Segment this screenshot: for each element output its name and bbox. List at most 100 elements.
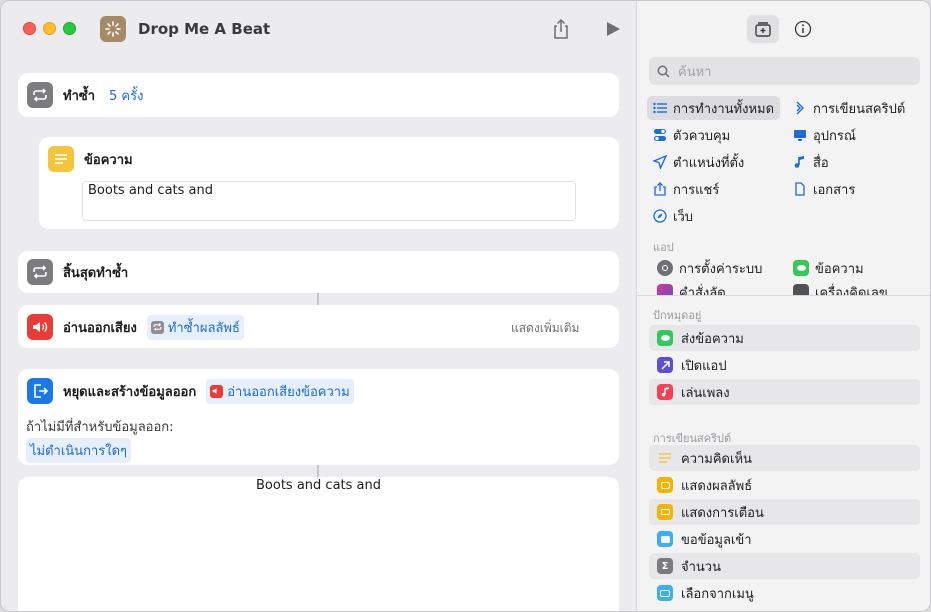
scripting-show-alert[interactable]: แสดงการเตือน	[649, 499, 920, 525]
stop-output-action[interactable]: หยุดและสร้างข้อมูลออก อ่านออกเสียงข้อควา…	[18, 369, 619, 465]
calculator-icon	[793, 284, 809, 295]
window-title: Drop Me A Beat	[138, 20, 271, 38]
stop-label: หยุดและสร้างข้อมูลออก	[63, 384, 197, 400]
pinned-open-app[interactable]: เปิดแอป	[649, 352, 920, 378]
script-icon	[796, 101, 804, 115]
scripting-ask-input[interactable]: ขอข้อมูลเข้า	[649, 526, 920, 552]
minimize-button[interactable]	[43, 22, 56, 35]
category-all-actions[interactable]: การทำงานทั้งหมด	[647, 96, 781, 120]
repeat-label: ทำซ้ำ	[63, 88, 95, 104]
scripting-comment[interactable]: ความคิดเห็น	[649, 445, 920, 471]
action-label: แสดงการเตือน	[681, 505, 764, 521]
action-label: เลือกจากเมนู	[681, 586, 754, 602]
app-calculator[interactable]: เครื่องคิดเลข	[787, 280, 894, 295]
gear-icon	[657, 260, 673, 276]
connector-line	[317, 293, 319, 305]
result-icon	[657, 477, 673, 493]
app-label: ข้อความ	[815, 261, 864, 277]
comment-lines-icon	[657, 450, 673, 466]
shortcuts-app-icon	[657, 284, 673, 295]
shortcut-editor: Drop Me A Beat ทำซ้ำ 5 ครั้ง ข้อความ Boo…	[1, 1, 636, 611]
compass-icon	[653, 209, 667, 223]
repeat-results-token[interactable]: ทำซ้ำผลลัพธ์	[146, 314, 244, 340]
close-button[interactable]	[23, 22, 36, 35]
category-label: การแชร์	[673, 182, 720, 198]
token-label: ทำซ้ำผลลัพธ์	[167, 320, 240, 336]
text-icon	[48, 146, 74, 172]
action-label: เปิดแอป	[681, 358, 727, 374]
action-label: แสดงผลลัพธ์	[681, 478, 753, 494]
speak-text-token[interactable]: อ่านออกเสียงข้อความ	[206, 378, 354, 404]
category-controls[interactable]: ตัวควบคุม	[647, 123, 736, 147]
pinned-send-message[interactable]: ส่งข้อความ	[649, 325, 920, 351]
search-input[interactable]: ค้นหา	[678, 61, 711, 82]
category-web[interactable]: เว็บ	[647, 204, 699, 228]
music-note-icon	[657, 384, 673, 400]
category-scripting[interactable]: การเขียนสคริปต์	[787, 96, 911, 120]
share-icon	[654, 182, 666, 196]
search-icon	[657, 65, 670, 78]
category-location[interactable]: ตำแหน่งที่ตั้ง	[647, 150, 750, 174]
text-label: ข้อความ	[84, 152, 133, 168]
play-icon[interactable]	[605, 21, 621, 37]
action-library: ค้นหา การทำงานทั้งหมด การเขียนสคริปต์ ตั…	[636, 1, 930, 611]
info-icon[interactable]	[787, 15, 819, 43]
library-icon[interactable]	[747, 15, 779, 43]
category-label: การเขียนสคริปต์	[813, 101, 906, 117]
list-icon	[653, 102, 667, 114]
display-icon	[794, 129, 806, 141]
output-text: Boots and cats and	[256, 478, 381, 493]
category-label: เว็บ	[673, 209, 693, 225]
ask-bubble-icon	[657, 531, 673, 547]
category-documents[interactable]: เอกสาร	[787, 177, 861, 201]
app-label: การตั้งค่าระบบ	[679, 261, 763, 277]
shortcut-icon[interactable]	[100, 16, 126, 42]
action-label: ส่งข้อความ	[681, 331, 744, 347]
share-icon[interactable]	[551, 18, 571, 40]
app-label: คำสั่งลัด	[679, 285, 726, 296]
zoom-button[interactable]	[63, 22, 76, 35]
speak-action[interactable]: อ่านออกเสียง ทำซ้ำผลลัพธ์ แสดงเพิ่มเติม	[18, 305, 619, 348]
arrow-up-right-icon	[657, 357, 673, 373]
repeat-icon	[150, 320, 164, 334]
app-label: เครื่องคิดเลข	[815, 285, 888, 296]
pinned-header: ปักหมุดอยู่	[653, 309, 702, 322]
category-label: อุปกรณ์	[813, 128, 856, 144]
action-label: ขอข้อมูลเข้า	[681, 532, 752, 548]
end-repeat-action[interactable]: สิ้นสุดทำซ้ำ	[18, 251, 619, 293]
document-icon	[795, 182, 805, 196]
repeat-count[interactable]: 5 ครั้ง	[105, 83, 147, 108]
action-label: ความคิดเห็น	[681, 451, 752, 467]
scripting-number[interactable]: Σ จำนวน	[649, 553, 920, 579]
app-shortcuts[interactable]: คำสั่งลัด	[651, 280, 732, 295]
scripting-choose-from-menu[interactable]: เลือกจากเมนู	[649, 580, 920, 606]
toggle-icon	[654, 129, 666, 141]
text-action[interactable]: ข้อความ Boots and cats and	[39, 137, 619, 229]
category-device[interactable]: อุปกรณ์	[787, 123, 862, 147]
scripting-show-result[interactable]: แสดงผลลัพธ์	[649, 472, 920, 498]
category-media[interactable]: สื่อ	[787, 150, 835, 174]
category-label: ตัวควบคุม	[673, 128, 731, 144]
speaker-icon	[210, 384, 224, 398]
pinned-play-music[interactable]: เล่นเพลง	[649, 379, 920, 405]
show-more-link[interactable]: แสดงเพิ่มเติม	[511, 319, 579, 338]
location-icon	[653, 155, 667, 169]
title-bar: Drop Me A Beat	[1, 1, 636, 57]
action-label: จำนวน	[681, 559, 721, 575]
text-field[interactable]: Boots and cats and	[82, 181, 576, 221]
if-none-label: ถ้าไม่มีที่สำหรับข้อมูลออก:	[26, 420, 174, 435]
connector-line	[317, 465, 319, 477]
search-field[interactable]: ค้นหา	[649, 57, 920, 85]
category-label: ตำแหน่งที่ตั้ง	[673, 155, 745, 171]
category-label: เอกสาร	[813, 182, 856, 198]
message-bubble-icon	[793, 260, 809, 276]
repeat-action[interactable]: ทำซ้ำ 5 ครั้ง	[18, 73, 619, 117]
category-sharing[interactable]: การแชร์	[647, 177, 725, 201]
repeat-icon	[27, 82, 53, 108]
repeat-icon	[27, 259, 53, 285]
if-none-value[interactable]: ไม่ดำเนินการใดๆ	[26, 438, 131, 463]
music-note-icon	[794, 156, 804, 168]
message-bubble-icon	[657, 330, 673, 346]
speak-label: อ่านออกเสียง	[63, 320, 137, 336]
token-label: อ่านออกเสียงข้อความ	[227, 384, 350, 400]
